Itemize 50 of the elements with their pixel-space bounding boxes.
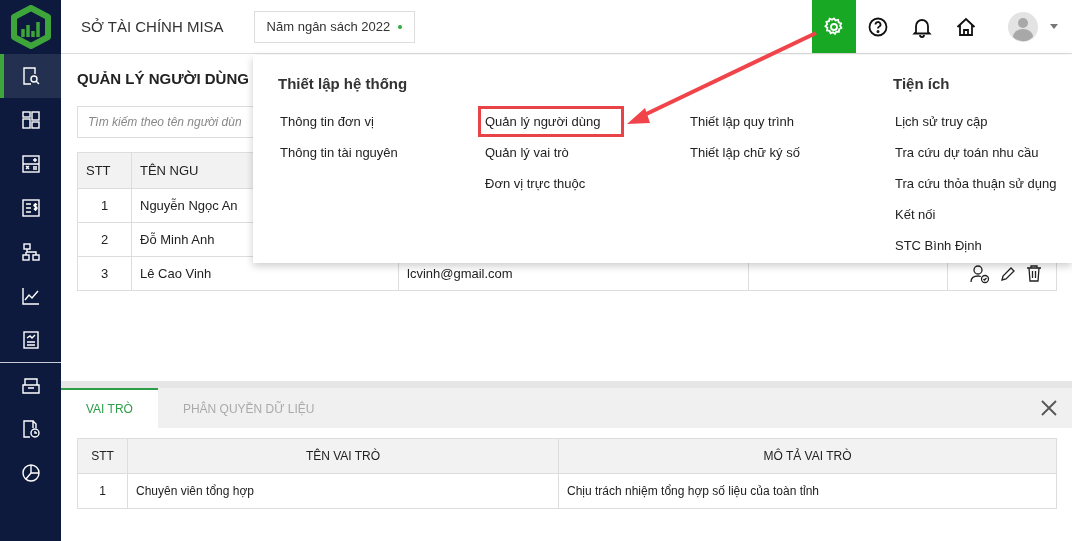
organization-name: SỞ TÀI CHÍNH MISA (81, 18, 224, 35)
page-title: QUẢN LÝ NGƯỜI DÙNG (77, 69, 249, 87)
settings-icon (823, 15, 845, 38)
menu-item[interactable]: Quản lý vai trò (478, 137, 592, 168)
help-icon (867, 15, 889, 38)
table-cell: 1 (78, 474, 128, 508)
menu-item[interactable]: Tra cứu thỏa thuận sử dụng (888, 168, 1072, 199)
column-header: TÊN VAI TRÒ (128, 439, 559, 473)
table-cell: Chuyên viên tổng hợp (128, 474, 559, 508)
delete-icon[interactable] (1026, 265, 1042, 282)
table-cell: 2 (78, 223, 132, 256)
table-cell: 1 (78, 189, 132, 222)
hierarchy-icon (20, 242, 41, 262)
menu-item[interactable]: Đơn vị trực thuộc (478, 168, 609, 199)
menu-item[interactable]: Quản lý người dùng (478, 106, 624, 137)
budget-year-selector[interactable]: Năm ngân sách 2022 (253, 10, 416, 43)
menu-item[interactable]: Tra cứu dự toán nhu cầu (888, 137, 1062, 168)
close-icon[interactable] (1041, 400, 1057, 416)
report-icon (20, 330, 41, 350)
sidebar-item[interactable] (0, 54, 61, 98)
menu-item[interactable]: Thông tin tài nguyên (273, 137, 421, 168)
menu-section-title: Tiện ích (893, 75, 951, 92)
menu-item[interactable]: Kết nối (888, 199, 959, 230)
menu-item[interactable]: Thông tin đơn vị (273, 106, 397, 137)
menu-item[interactable]: STC Bình Định (888, 230, 1005, 261)
home-icon (955, 15, 977, 38)
document-search-icon (20, 66, 41, 86)
tab[interactable]: VAI TRÒ (61, 388, 158, 428)
menu-section-title: Thiết lập hệ thống (278, 75, 409, 92)
line-chart-icon (20, 286, 41, 306)
menu-item[interactable]: Thiết lập quy trình (683, 106, 818, 137)
user-check-icon[interactable] (970, 263, 990, 284)
logo-icon (8, 5, 53, 49)
pie-chart-icon (20, 463, 41, 483)
caret-icon[interactable] (1050, 24, 1058, 29)
table-cell: lcvinh@gmail.com (407, 266, 513, 281)
table-cell: 3 (78, 257, 132, 290)
table-cell-text: Chịu trách nhiệm tổng hợp số liệu của toàn tỉnh (566, 483, 821, 500)
calculator-icon (20, 154, 41, 174)
column-header: STT (78, 153, 132, 188)
ledger-icon (20, 198, 41, 218)
edit-icon[interactable] (1000, 265, 1016, 282)
column-header: TÊN NGU (140, 163, 199, 178)
menu-item[interactable]: Lịch sử truy cập (888, 106, 1011, 137)
inbox-icon (20, 375, 41, 395)
document-clock-icon (20, 419, 41, 439)
column-header: MÔ TẢ VAI TRÒ (762, 447, 853, 465)
dashboard-icon (20, 110, 41, 130)
menu-item[interactable]: Thiết lập chữ ký số (683, 137, 823, 168)
column-header: STT (78, 439, 128, 473)
